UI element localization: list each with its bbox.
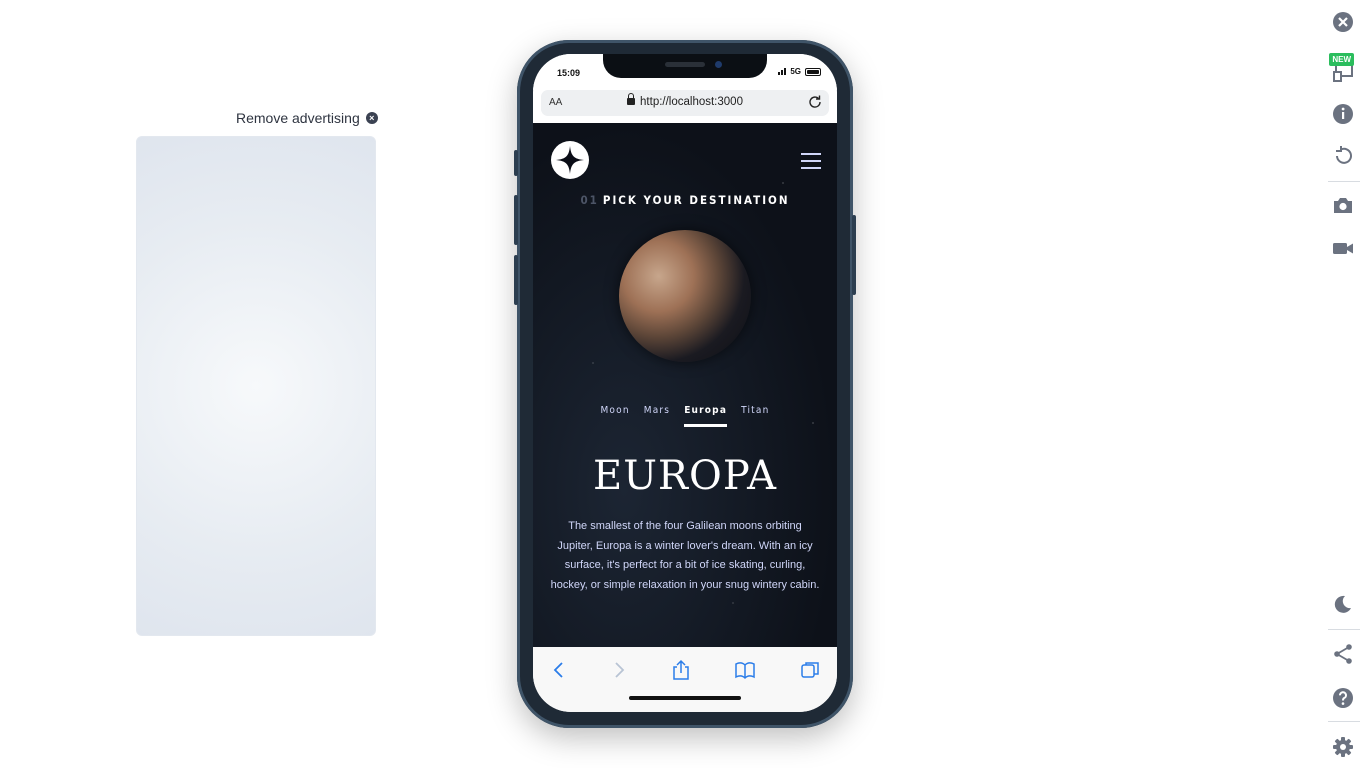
toolbar-divider [1328, 721, 1360, 722]
destination-name: EUROPA [593, 453, 777, 499]
site-logo[interactable] [551, 141, 589, 179]
new-badge: NEW [1329, 53, 1354, 66]
volume-down-button [514, 255, 518, 305]
remove-advertising-link[interactable]: Remove advertising × [236, 110, 378, 126]
info-icon[interactable] [1332, 103, 1354, 125]
home-indicator [629, 696, 741, 700]
help-icon[interactable] [1332, 687, 1354, 709]
video-icon[interactable] [1332, 237, 1354, 259]
forward-icon[interactable] [608, 659, 630, 681]
status-indicators: 5G [778, 67, 821, 76]
phone-frame: 15:09 5G AA http://localhost:3000 01 PIC… [514, 40, 856, 728]
power-button [852, 215, 856, 295]
settings-icon[interactable] [1332, 736, 1354, 758]
destination-tabs: Moon Mars Europa Titan [533, 405, 837, 427]
section-heading: 01 PICK YOUR DESTINATION [533, 193, 837, 207]
share-icon[interactable] [670, 659, 692, 681]
toolbar-divider [1328, 181, 1360, 182]
tab-titan[interactable]: Titan [741, 405, 769, 427]
star-logo-icon [556, 146, 584, 174]
mute-switch [514, 150, 518, 176]
moon-icon[interactable] [1332, 593, 1354, 615]
planet-image-europa [619, 230, 751, 362]
battery-icon [805, 67, 821, 76]
phone-screen: 15:09 5G AA http://localhost:3000 01 PIC… [533, 54, 837, 712]
destination-description: The smallest of the four Galilean moons … [550, 520, 820, 591]
browser-bottom-bar [533, 647, 837, 712]
url-display[interactable]: http://localhost:3000 [541, 93, 829, 108]
rotate-icon[interactable] [1332, 145, 1354, 167]
lock-icon [627, 93, 636, 105]
tab-mars[interactable]: Mars [644, 405, 670, 427]
tab-moon[interactable]: Moon [600, 405, 629, 427]
url-text: http://localhost:3000 [640, 96, 743, 108]
status-time: 15:09 [557, 68, 581, 78]
section-title: PICK YOUR DESTINATION [602, 193, 790, 207]
toolbar-divider [1328, 629, 1360, 630]
network-type: 5G [790, 67, 801, 76]
volume-up-button [514, 195, 518, 245]
signal-icon [778, 68, 787, 75]
status-bar: 15:09 5G [533, 54, 837, 90]
back-icon[interactable] [548, 659, 570, 681]
website-viewport: 01 PICK YOUR DESTINATION Moon Mars Europa… [533, 123, 837, 647]
close-circle-icon: × [365, 112, 378, 124]
notch [603, 54, 767, 78]
reload-icon[interactable] [807, 94, 823, 110]
remove-advertising-label: Remove advertising [236, 110, 360, 126]
tab-europa[interactable]: Europa [684, 405, 728, 427]
share-network-icon[interactable] [1332, 643, 1354, 665]
section-number: 01 [580, 193, 599, 207]
hamburger-menu-icon[interactable] [801, 153, 821, 169]
camera-icon[interactable] [1332, 194, 1354, 216]
bookmarks-icon[interactable] [734, 659, 756, 681]
address-bar[interactable]: AA http://localhost:3000 [541, 90, 829, 116]
close-icon[interactable] [1332, 11, 1354, 33]
tabs-icon[interactable] [799, 659, 821, 681]
advertisement-panel [136, 136, 376, 636]
